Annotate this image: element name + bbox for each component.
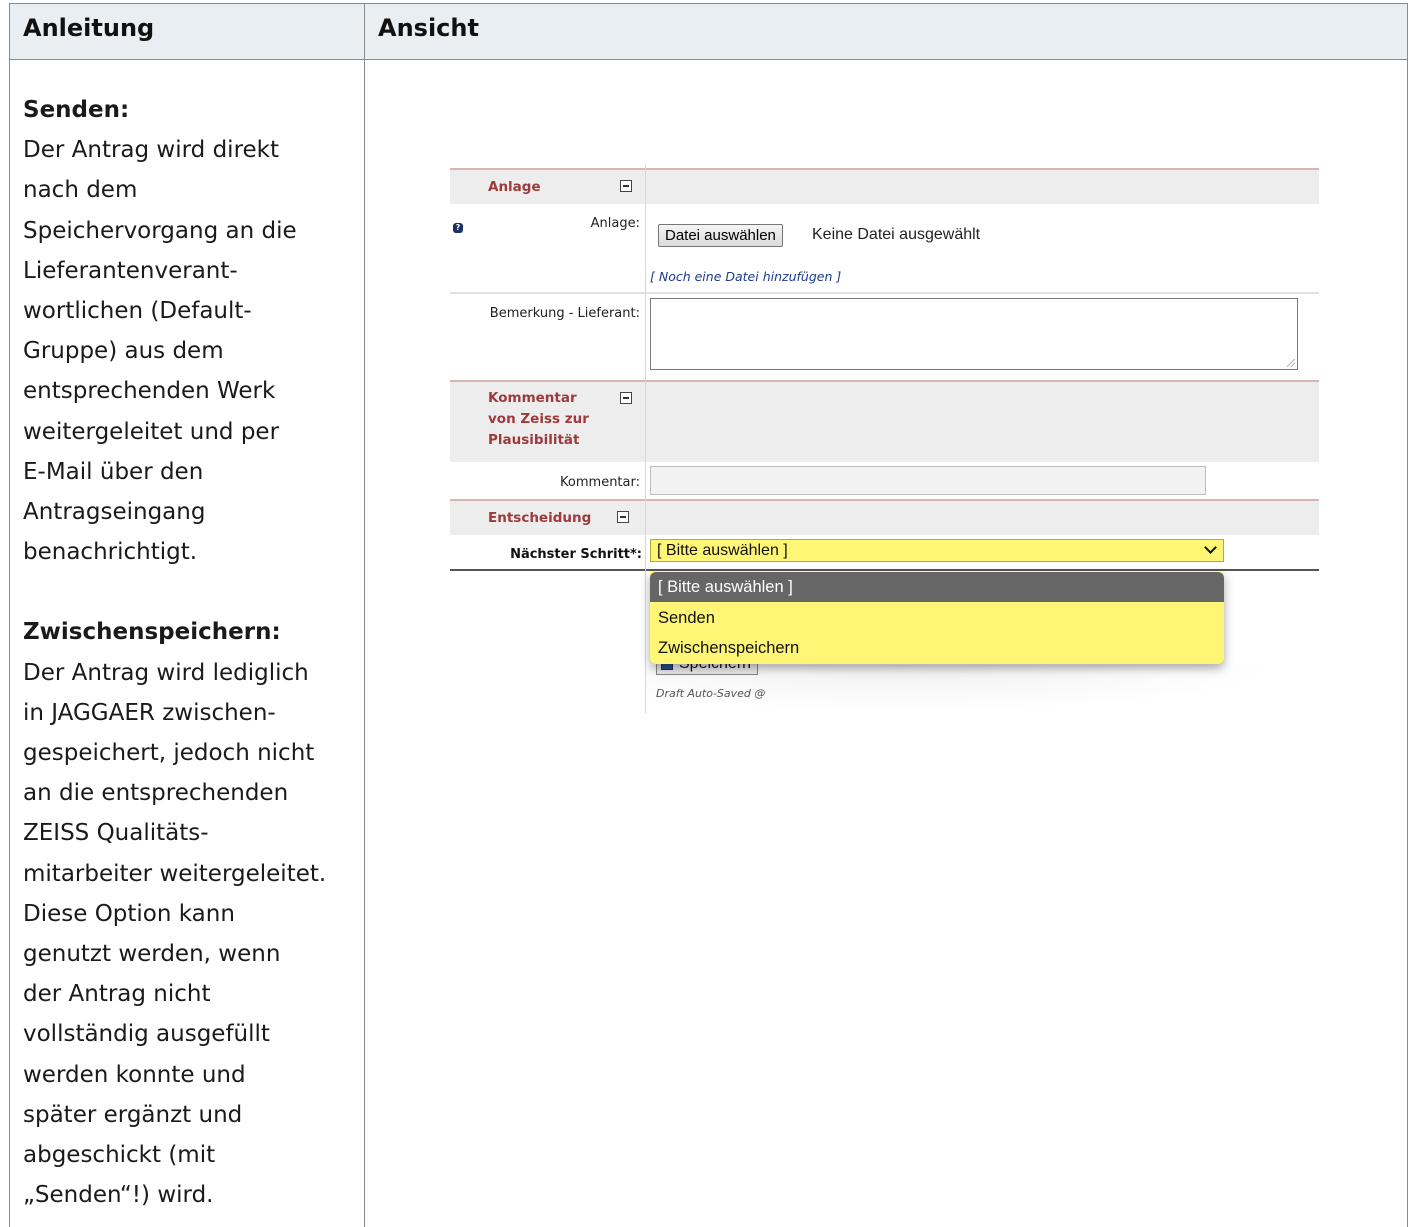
next-step-label: Nächster Schritt*: xyxy=(510,547,642,562)
send-line: benachrichtigt. xyxy=(23,539,198,566)
anlage-label: Anlage: xyxy=(590,216,640,231)
kommentar-input[interactable] xyxy=(650,466,1206,495)
divider xyxy=(450,569,1319,571)
resize-grip-icon[interactable] xyxy=(1287,359,1295,367)
table-header-row: Anleitung Ansicht xyxy=(10,4,1407,60)
bemerkung-textarea[interactable] xyxy=(650,298,1298,370)
save-line: „Senden“!) wird. xyxy=(23,1182,214,1209)
autosave-text: Draft Auto-Saved @ xyxy=(656,687,766,700)
send-line: Antragseingang xyxy=(23,499,206,526)
section-kommentar-line: Plausibilität xyxy=(488,432,580,448)
save-line: der Antrag nicht xyxy=(23,981,211,1008)
bemerkung-label: Bemerkung - Lieferant: xyxy=(489,306,640,321)
kommentar-label: Kommentar: xyxy=(560,475,640,490)
send-line: Der Antrag wird direkt xyxy=(23,137,280,164)
send-line: nach dem xyxy=(23,177,138,204)
section-entscheidung-title: Entscheidung xyxy=(488,510,592,526)
send-line: weitergeleitet und per xyxy=(23,418,280,445)
send-line: Speichervorgang an die xyxy=(23,217,297,244)
choose-file-button[interactable]: Datei auswählen xyxy=(658,224,783,247)
next-step-dropdown[interactable]: [ Bitte auswählen ] Senden Zwischenspeic… xyxy=(650,572,1224,664)
send-heading: Senden: xyxy=(23,97,130,123)
chevron-down-icon xyxy=(1204,541,1217,554)
save-line: genutzt werden, wenn xyxy=(23,941,281,968)
save-line: Der Antrag wird lediglich xyxy=(23,659,309,686)
header-anleitung: Anleitung xyxy=(23,14,155,42)
save-line: mitarbeiter weitergeleitet. xyxy=(23,860,327,887)
save-line: ZEISS Qualitäts- xyxy=(23,820,209,847)
select-value: [ Bitte auswählen ] xyxy=(657,542,788,559)
save-line: gespeichert, jedoch nicht xyxy=(23,740,315,767)
column-divider xyxy=(364,4,365,1227)
header-ansicht: Ansicht xyxy=(378,14,479,42)
next-step-select[interactable]: [ Bitte auswählen ] xyxy=(650,539,1224,562)
save-line: später ergänzt und xyxy=(23,1101,243,1128)
instructions-text: Senden: Der Antrag wird direkt nach dem … xyxy=(23,90,353,1215)
send-line: wortlichen (Default- xyxy=(23,298,252,325)
save-line: abgeschickt (mit xyxy=(23,1142,216,1169)
section-kommentar-title: Kommentar von Zeiss zur Plausibilität xyxy=(488,388,589,451)
dropdown-option[interactable]: Zwischenspeichern xyxy=(650,633,1224,663)
section-kommentar-line: von Zeiss zur xyxy=(488,411,589,427)
collapse-kommentar-icon[interactable] xyxy=(620,392,632,404)
save-line: in JAGGAER zwischen- xyxy=(23,699,276,726)
collapse-anlage-icon[interactable] xyxy=(620,180,632,192)
save-line: an die entsprechenden xyxy=(23,780,289,807)
dropdown-option[interactable]: [ Bitte auswählen ] xyxy=(650,572,1224,602)
form-column-divider xyxy=(645,165,646,713)
send-line: Lieferantenverant- xyxy=(23,257,238,284)
save-heading: Zwischenspeichern: xyxy=(23,619,281,646)
divider xyxy=(450,292,1319,294)
add-file-link[interactable]: [ Noch eine Datei hinzufügen ] xyxy=(650,269,841,284)
help-icon[interactable]: ? xyxy=(453,223,463,233)
send-line: E-Mail über den xyxy=(23,458,204,485)
section-anlage-title: Anlage xyxy=(488,179,541,195)
section-kommentar-line: Kommentar xyxy=(488,390,577,406)
dropdown-option[interactable]: Senden xyxy=(650,603,1224,633)
collapse-entscheidung-icon[interactable] xyxy=(617,511,629,523)
send-line: entsprechenden Werk xyxy=(23,378,276,405)
send-line: Gruppe) aus dem xyxy=(23,338,224,365)
save-line: werden konnte und xyxy=(23,1061,246,1088)
section-anlage-band xyxy=(450,168,1319,204)
file-status: Keine Datei ausgewählt xyxy=(812,226,981,243)
save-line: Diese Option kann xyxy=(23,900,235,927)
save-line: vollständig ausgefüllt xyxy=(23,1021,270,1048)
